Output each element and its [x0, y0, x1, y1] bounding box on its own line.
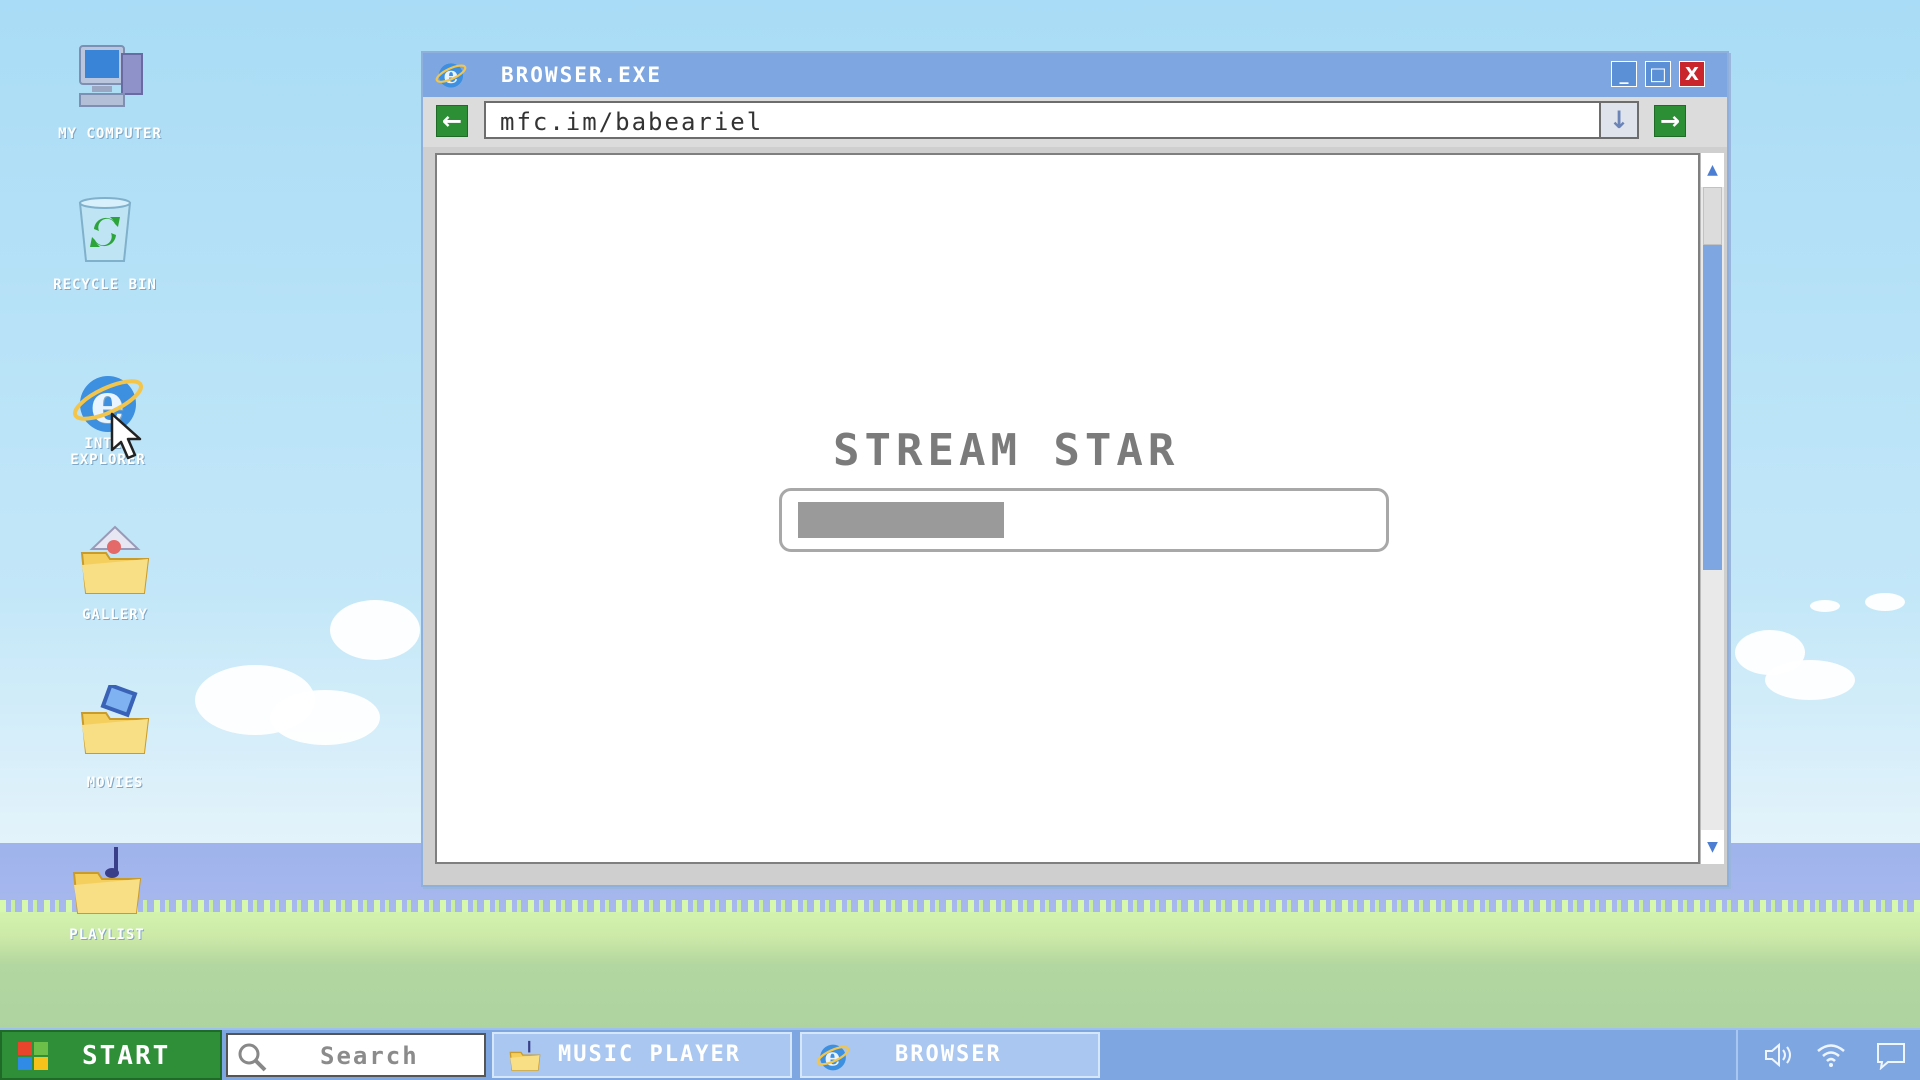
scrollbar-track[interactable]	[1703, 245, 1722, 570]
cloud	[270, 690, 380, 745]
back-button[interactable]: ←	[436, 105, 468, 137]
loading-progress-bar	[779, 488, 1389, 552]
desktop-icon-movies[interactable]: MOVIES	[40, 682, 190, 791]
desktop-icon-playlist[interactable]: PLAYLIST	[32, 845, 182, 943]
desktop-icon-label: MY COMPUTER	[58, 126, 162, 142]
recycle-bin-icon	[30, 195, 180, 271]
desktop-icon-label: PLAYLIST	[69, 927, 145, 943]
arrow-left-icon: ←	[441, 107, 463, 135]
search-icon	[236, 1041, 268, 1077]
internet-explorer-icon: e	[33, 366, 183, 444]
arrow-down-icon: ↓	[1608, 106, 1630, 134]
address-dropdown-button[interactable]: ↓	[1599, 101, 1639, 139]
volume-icon[interactable]	[1764, 1042, 1796, 1072]
taskbar-search-input[interactable]: Search	[226, 1033, 486, 1077]
windows-logo-icon	[18, 1042, 50, 1072]
go-button[interactable]: →	[1654, 105, 1686, 137]
grass	[0, 912, 1920, 1030]
taskbar-item-browser[interactable]: e BROWSER	[800, 1032, 1100, 1078]
arrow-right-icon: →	[1659, 107, 1681, 135]
search-placeholder: Search	[320, 1042, 419, 1070]
desktop-icon-label: GALLERY	[81, 607, 148, 623]
cloud	[1810, 600, 1840, 612]
taskbar: START Search MUSIC PLAYER e BROWSER	[0, 1028, 1920, 1080]
start-label: START	[82, 1041, 171, 1071]
desktop-icon-label: INTER	[84, 436, 132, 452]
internet-explorer-icon: e	[816, 1040, 850, 1080]
maximize-button[interactable]: □	[1645, 61, 1671, 87]
music-folder-icon	[508, 1040, 542, 1078]
progress-fill	[798, 502, 1004, 538]
window-titlebar[interactable]: e BROWSER.EXE _ □ X	[423, 53, 1727, 97]
cloud	[1865, 593, 1905, 611]
taskbar-item-music-player[interactable]: MUSIC PLAYER	[492, 1032, 792, 1078]
cloud	[1765, 660, 1855, 700]
playlist-folder-icon	[32, 845, 182, 921]
scroll-up-button[interactable]: ▲	[1701, 153, 1724, 187]
movies-folder-icon	[40, 682, 190, 761]
taskbar-item-label: MUSIC PLAYER	[558, 1042, 741, 1067]
computer-icon	[35, 40, 185, 120]
browser-window[interactable]: e BROWSER.EXE _ □ X ← mfc.im/babeariel ↓…	[421, 51, 1729, 887]
cloud	[330, 600, 420, 660]
address-text: mfc.im/babeariel	[500, 108, 764, 136]
notifications-icon[interactable]	[1876, 1042, 1906, 1074]
scrollbar-thumb[interactable]	[1703, 187, 1722, 245]
window-title: BROWSER.EXE	[501, 63, 663, 87]
start-button[interactable]: START	[0, 1030, 222, 1080]
scroll-down-button[interactable]: ▼	[1701, 830, 1724, 864]
internet-explorer-icon: e	[435, 59, 467, 95]
gallery-folder-icon	[40, 525, 190, 601]
desktop-icon-recycle-bin[interactable]: RECYCLE BIN	[30, 195, 180, 293]
browser-toolbar: ← mfc.im/babeariel ↓ →	[423, 97, 1727, 147]
address-bar[interactable]: mfc.im/babeariel ↓	[484, 101, 1639, 139]
taskbar-item-label: BROWSER	[895, 1042, 1002, 1067]
desktop-icon-my-computer[interactable]: MY COMPUTER	[35, 40, 185, 142]
minimize-button[interactable]: _	[1611, 61, 1637, 87]
vertical-scrollbar[interactable]: ▲ ▼	[1700, 153, 1724, 864]
desktop-icon-gallery[interactable]: GALLERY	[40, 525, 190, 623]
desktop-icon-label: RECYCLE BIN	[53, 277, 157, 293]
system-tray	[1736, 1030, 1920, 1080]
desktop-icon-label: MOVIES	[86, 775, 144, 791]
wifi-icon[interactable]	[1816, 1042, 1846, 1072]
mouse-cursor-icon	[110, 412, 148, 464]
close-button[interactable]: X	[1679, 61, 1705, 87]
desktop-icon-internet-explorer[interactable]: e INTER EXPLORER	[33, 366, 183, 468]
page-heading: STREAM STAR	[833, 425, 1180, 476]
page-content: STREAM STAR	[435, 153, 1700, 864]
